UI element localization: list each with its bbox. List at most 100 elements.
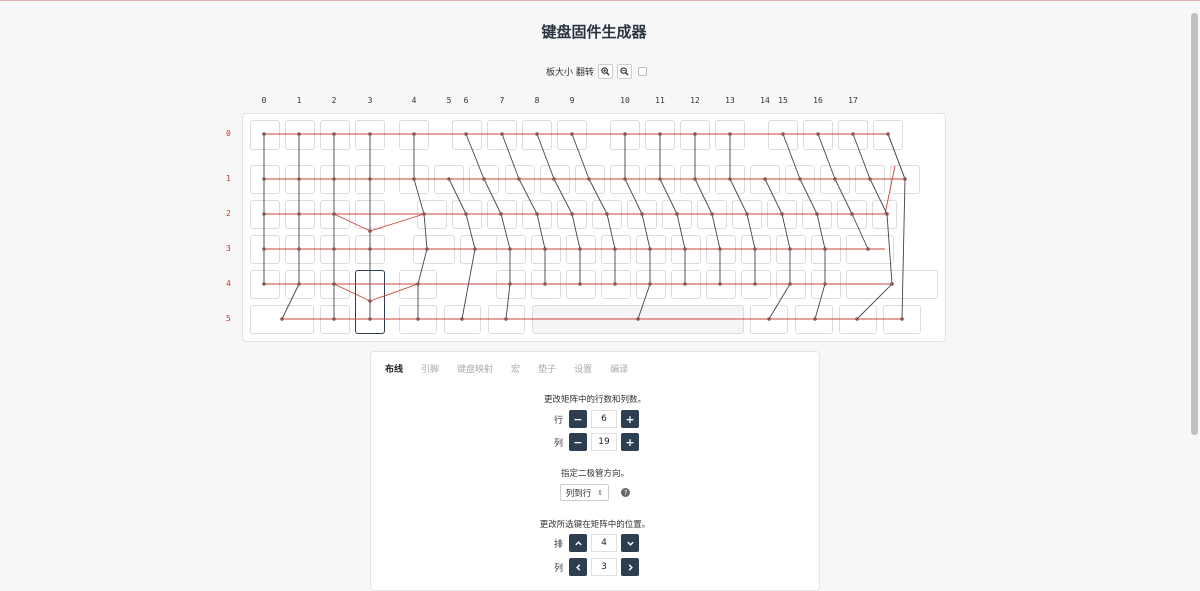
tab-keymap[interactable]: 键盘映射 (457, 362, 493, 375)
keyboard-key[interactable] (811, 270, 841, 299)
keyboard-key[interactable] (662, 200, 692, 229)
keyboard-key[interactable] (592, 200, 622, 229)
keyboard-key[interactable] (706, 235, 736, 264)
selected-key[interactable] (355, 270, 385, 334)
keyboard-key[interactable] (610, 165, 640, 194)
keyboard-key[interactable] (883, 305, 921, 334)
zoom-in-icon[interactable] (597, 64, 613, 79)
help-icon[interactable]: ? (621, 488, 631, 497)
keyboard-key[interactable] (399, 120, 429, 150)
keyboard-key[interactable] (697, 200, 727, 229)
keyboard-key[interactable] (285, 270, 315, 299)
col-right-icon[interactable] (621, 558, 639, 576)
pos-row-input[interactable]: 4 (591, 534, 617, 552)
keyboard-key[interactable] (285, 235, 315, 264)
keyboard-key[interactable] (838, 120, 868, 150)
keyboard-key[interactable] (706, 270, 736, 299)
keyboard-key[interactable] (505, 165, 535, 194)
row-down-icon[interactable] (621, 534, 639, 552)
keyboard-key[interactable] (522, 120, 552, 150)
keyboard-key[interactable] (355, 165, 385, 194)
keyboard-key[interactable] (250, 200, 280, 229)
keyboard-key[interactable] (636, 235, 666, 264)
zoom-out-icon[interactable] (616, 64, 632, 79)
keyboard-key[interactable] (795, 305, 833, 334)
keyboard-key[interactable] (846, 235, 894, 264)
keyboard-key[interactable] (839, 305, 877, 334)
keyboard-key[interactable] (855, 165, 885, 194)
rows-decrement-button[interactable]: − (569, 410, 587, 428)
keyboard-key[interactable] (645, 165, 675, 194)
keyboard-key[interactable] (434, 165, 464, 194)
keyboard-key[interactable] (715, 120, 745, 150)
keyboard-key[interactable] (741, 270, 771, 299)
keyboard-key[interactable] (531, 270, 561, 299)
keyboard-key[interactable] (522, 200, 552, 229)
cols-input[interactable]: 19 (591, 433, 617, 451)
keyboard-key[interactable] (872, 200, 897, 229)
keyboard-key[interactable] (320, 270, 350, 299)
keyboard-key[interactable] (671, 235, 701, 264)
keyboard-key[interactable] (767, 200, 797, 229)
keyboard-key[interactable] (355, 235, 385, 264)
keyboard-key[interactable] (452, 120, 482, 150)
keyboard-key[interactable] (531, 235, 561, 264)
keyboard-key[interactable] (320, 235, 350, 264)
keyboard-key[interactable] (496, 235, 526, 264)
keyboard-key[interactable] (452, 200, 482, 229)
keyboard-key[interactable] (250, 305, 314, 334)
page-scrollbar[interactable] (1191, 13, 1198, 435)
keyboard-key[interactable] (715, 165, 745, 194)
cols-decrement-button[interactable]: − (569, 433, 587, 451)
keyboard-key[interactable] (732, 200, 762, 229)
keyboard-key[interactable] (750, 305, 788, 334)
keyboard-key[interactable] (837, 200, 867, 229)
keyboard-key[interactable] (785, 165, 815, 194)
keyboard-key[interactable] (741, 235, 771, 264)
rows-increment-button[interactable]: + (621, 410, 639, 428)
keyboard-key[interactable] (750, 165, 780, 194)
keyboard-key[interactable] (250, 235, 280, 264)
row-up-icon[interactable] (569, 534, 587, 552)
keyboard-key[interactable] (601, 270, 631, 299)
keyboard-key[interactable] (540, 165, 570, 194)
keyboard-key[interactable] (285, 200, 315, 229)
keyboard-key[interactable] (811, 235, 841, 264)
keyboard-key[interactable] (487, 120, 517, 150)
keyboard-key[interactable] (399, 305, 437, 334)
col-left-icon[interactable] (569, 558, 587, 576)
pos-col-input[interactable]: 3 (591, 558, 617, 576)
keyboard-key[interactable] (601, 235, 631, 264)
keyboard-key[interactable] (680, 120, 710, 150)
keyboard-key[interactable] (610, 120, 640, 150)
keyboard-key[interactable] (776, 235, 806, 264)
keyboard-key[interactable] (575, 165, 605, 194)
tab-settings[interactable]: 设置 (574, 362, 592, 375)
keyboard-key[interactable] (680, 165, 710, 194)
diode-direction-select[interactable]: 列到行 ⇕ (559, 484, 610, 501)
keyboard-key[interactable] (320, 165, 350, 194)
keyboard-key[interactable] (557, 200, 587, 229)
tab-compile[interactable]: 编译 (610, 362, 628, 375)
keyboard-key[interactable] (320, 200, 350, 229)
keyboard-key[interactable] (645, 120, 675, 150)
keyboard-key[interactable] (320, 120, 350, 150)
keyboard-key[interactable] (636, 270, 666, 299)
keyboard-key[interactable] (496, 270, 526, 299)
keyboard-key[interactable] (802, 200, 832, 229)
keyboard-key[interactable] (566, 235, 596, 264)
keyboard-key[interactable] (776, 270, 806, 299)
keyboard-key[interactable] (250, 120, 280, 150)
rows-input[interactable]: 6 (591, 410, 617, 428)
keyboard-key[interactable] (532, 305, 744, 334)
flip-checkbox[interactable] (637, 67, 647, 76)
keyboard-key[interactable] (355, 200, 385, 229)
keyboard-key[interactable] (627, 200, 657, 229)
keyboard-key[interactable] (890, 165, 920, 194)
keyboard-key[interactable] (803, 120, 833, 150)
keyboard-key[interactable] (413, 235, 455, 264)
keyboard-key[interactable] (250, 165, 280, 194)
keyboard-key[interactable] (671, 270, 701, 299)
cols-increment-button[interactable]: + (621, 433, 639, 451)
keyboard-key[interactable] (487, 200, 517, 229)
